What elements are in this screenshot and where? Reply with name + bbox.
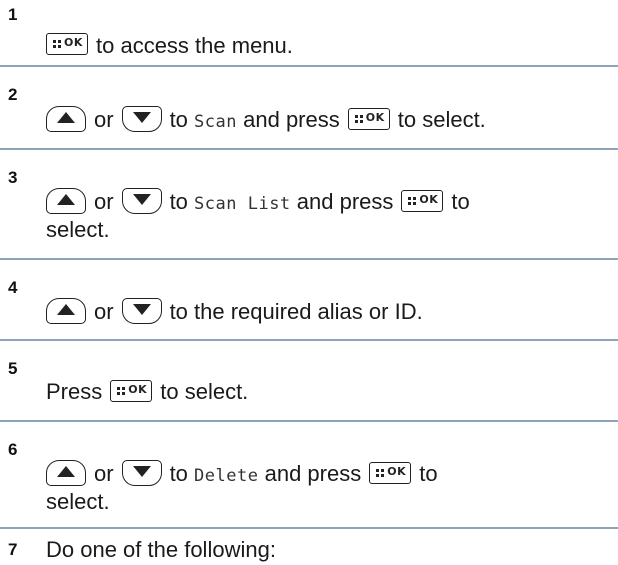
menu-ok-key-icon: OK (110, 380, 153, 402)
menu-ok-key-icon: OK (46, 33, 88, 55)
up-arrow-key-icon (46, 298, 86, 324)
step-number: 1 (8, 5, 18, 24)
down-arrow-key-icon (121, 460, 162, 486)
divider (0, 527, 618, 529)
down-arrow-key-icon (121, 106, 162, 132)
step-number: 5 (8, 359, 18, 378)
step-number: 3 (8, 168, 18, 187)
up-arrow-key-icon (46, 460, 86, 486)
menu-ok-key-icon: OK (347, 108, 390, 130)
step-number: 4 (8, 278, 18, 297)
step-5-text: Press OK to select. (46, 379, 249, 404)
divider (0, 148, 618, 150)
step-6-text: or to Delete and press OK to (46, 460, 614, 490)
menu-ok-key-icon: OK (369, 462, 412, 484)
step-6-text-cont: select. (46, 489, 110, 514)
divider (0, 339, 618, 341)
step-3-text-cont: select. (46, 217, 110, 242)
menu-term: Scan (194, 112, 237, 132)
divider (0, 65, 618, 67)
menu-ok-key-icon: OK (401, 190, 444, 212)
step-number: 2 (8, 85, 18, 104)
step-number: 7 (8, 540, 18, 559)
up-arrow-key-icon (46, 188, 86, 214)
down-arrow-key-icon (121, 298, 162, 324)
step-3-text: or to Scan List and press OK to (46, 188, 614, 218)
step-number: 6 (8, 440, 18, 459)
down-arrow-key-icon (121, 188, 162, 214)
menu-term: Scan List (194, 194, 291, 214)
divider (0, 258, 618, 260)
step-1-text: OK to access the menu. (46, 32, 614, 59)
step-7-text: Do one of the following: (46, 537, 276, 562)
up-arrow-key-icon (46, 106, 86, 132)
divider (0, 420, 618, 422)
step-2-text: or to Scan and press OK to select. (46, 106, 614, 136)
step-4-text: or to the required alias or ID. (46, 298, 614, 325)
menu-term: Delete (194, 466, 259, 486)
